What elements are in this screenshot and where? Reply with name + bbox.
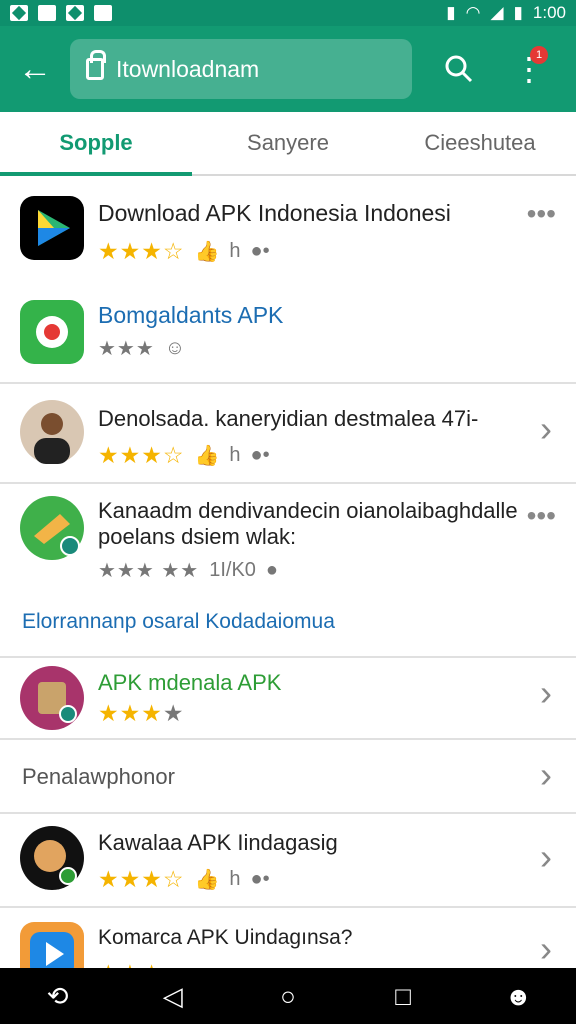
vibrate-icon: ▮	[446, 3, 456, 22]
search-icon	[445, 55, 473, 83]
circle-home-icon: ○	[280, 980, 296, 1011]
app-list: Download APK Indonesia Indonesi ★★★☆ 👍 h…	[0, 178, 576, 968]
app-bar: ← Itownloadnam ⋮ 1	[0, 26, 576, 112]
rating-stars: ★★★	[98, 960, 163, 968]
info-icon: ●	[265, 559, 279, 581]
more-options-icon[interactable]: •••	[527, 500, 556, 532]
mail-notification-icon	[66, 5, 84, 21]
item-title: Download APK Indonesia Indonesi	[98, 200, 451, 226]
tag-icon: ●•	[250, 444, 270, 466]
item-meta: ★★★ ☺	[98, 336, 185, 361]
back-nav-button[interactable]: ◁	[153, 976, 193, 1016]
rotate-button[interactable]: ⟲	[38, 976, 78, 1016]
list-item[interactable]: Bomgaldants APK ★★★ ☺	[0, 278, 576, 382]
assistant-icon: ☻	[504, 980, 533, 1011]
battery-icon: ▮	[513, 3, 523, 22]
avatar	[20, 400, 84, 464]
item-meta-text: 1I/K0	[209, 559, 256, 581]
list-item[interactable]: Komarca APK Uindagınsa? ★★★ ›	[0, 908, 576, 968]
app-logo-icon	[20, 666, 84, 730]
square-recents-icon: □	[395, 980, 412, 1011]
thumbs-up-icon: 👍	[194, 241, 220, 263]
rating-stars: ★★★☆	[98, 866, 185, 892]
item-title-line-1: Kanaadm dendivandecin oianolaibaghdalle	[98, 498, 518, 523]
avatar	[20, 826, 84, 890]
rating-stars: ★★★☆	[98, 238, 185, 264]
tag-icon: ●•	[250, 868, 270, 890]
item-title-line-2: poelans dsiem wlak:	[98, 524, 297, 549]
arrow-left-icon: ←	[18, 49, 52, 88]
tab-2[interactable]: Sanyere	[192, 112, 384, 174]
chevron-right-icon[interactable]: ›	[540, 928, 552, 968]
tag-icon: ●•	[250, 240, 270, 262]
status-bar: ▮ ◠ ◢ ▮ 1:00	[0, 0, 576, 26]
recents-button[interactable]: □	[383, 976, 423, 1016]
app-logo-icon	[20, 922, 84, 968]
item-title: Denolsada. kaneryidian destmalea 47i-	[98, 406, 479, 431]
rating-stars: ★★★ ★★	[98, 560, 200, 582]
item-meta-text: h	[229, 868, 241, 890]
tab-bar: Sopple Sanyere Cieeshutea	[0, 112, 576, 176]
clock: 1:00	[532, 3, 566, 22]
rating-stars: ★★★	[98, 338, 155, 360]
more-options-icon[interactable]: •••	[527, 198, 556, 230]
item-meta: ★★★ ★★ 1I/K0 ●	[98, 558, 278, 583]
back-button[interactable]: ←	[0, 26, 70, 112]
list-item[interactable]: Penalawphonor ›	[0, 740, 576, 812]
item-meta-text: h	[229, 240, 241, 262]
image-notification-icon	[38, 5, 56, 21]
app-notification-icon	[94, 5, 112, 21]
app-logo-icon	[20, 196, 84, 260]
emoji-icon: ☺	[164, 337, 186, 359]
item-title: Bomgaldants APK	[98, 302, 284, 328]
system-nav-bar: ⟲ ◁ ○ □ ☻	[0, 968, 576, 1024]
thumbs-up-icon: 👍	[194, 869, 220, 891]
chevron-right-icon[interactable]: ›	[540, 836, 552, 878]
list-item[interactable]: APK mdenala APK ★★★★ ›	[0, 658, 576, 738]
item-meta: ★★★	[98, 960, 163, 968]
section-heading[interactable]: Elorrannanp osaral Kodadaiomua	[22, 610, 335, 634]
item-title: Penalawphonor	[22, 764, 175, 789]
list-item[interactable]: Download APK Indonesia Indonesi ★★★☆ 👍 h…	[0, 178, 576, 278]
app-logo-icon	[20, 300, 84, 364]
list-item[interactable]: Kanaadm dendivandecin oianolaibaghdalle …	[0, 484, 576, 594]
triangle-back-icon: ◁	[162, 980, 183, 1011]
overflow-menu-button[interactable]: ⋮ 1	[494, 34, 564, 104]
wifi-icon: ◠	[465, 3, 481, 22]
item-meta: ★★★☆ 👍 h ●•	[98, 238, 270, 265]
home-button[interactable]: ○	[268, 976, 308, 1016]
search-text: Itownloadnam	[116, 55, 260, 82]
item-title: APK mdenala APK	[98, 670, 282, 695]
search-bar[interactable]: Itownloadnam	[70, 39, 412, 99]
item-meta-text: h	[229, 444, 241, 466]
list-item[interactable]: Denolsada. kaneryidian destmalea 47i- ★★…	[0, 384, 576, 482]
signal-icon: ◢	[490, 3, 504, 22]
lock-icon	[86, 50, 106, 80]
chevron-right-icon[interactable]: ›	[540, 672, 552, 714]
item-title: Kawalaa APK Iindagasig	[98, 830, 338, 855]
item-title: Komarca APK Uindagınsa?	[98, 926, 353, 949]
search-button[interactable]	[424, 34, 494, 104]
item-meta: ★★★☆ 👍 h ●•	[98, 866, 270, 893]
item-meta: ★★★☆ 👍 h ●•	[98, 442, 270, 469]
tab-3[interactable]: Cieeshutea	[384, 112, 576, 174]
chevron-right-icon[interactable]: ›	[540, 754, 552, 796]
assistant-button[interactable]: ☻	[498, 976, 538, 1016]
app-notification-icon	[10, 5, 28, 21]
tab-1[interactable]: Sopple	[0, 112, 192, 176]
rotate-icon: ⟲	[46, 980, 69, 1011]
item-meta: ★★★★	[98, 700, 184, 727]
chevron-right-icon[interactable]: ›	[540, 408, 552, 450]
rating-stars: ★★★★	[98, 700, 185, 726]
notification-icons	[10, 5, 112, 21]
notification-badge: 1	[530, 46, 548, 64]
thumbs-up-icon: 👍	[194, 445, 220, 467]
app-logo-icon	[20, 496, 84, 560]
list-item[interactable]: Kawalaa APK Iindagasig ★★★☆ 👍 h ●• ›	[0, 814, 576, 906]
rating-stars: ★★★☆	[98, 442, 185, 468]
